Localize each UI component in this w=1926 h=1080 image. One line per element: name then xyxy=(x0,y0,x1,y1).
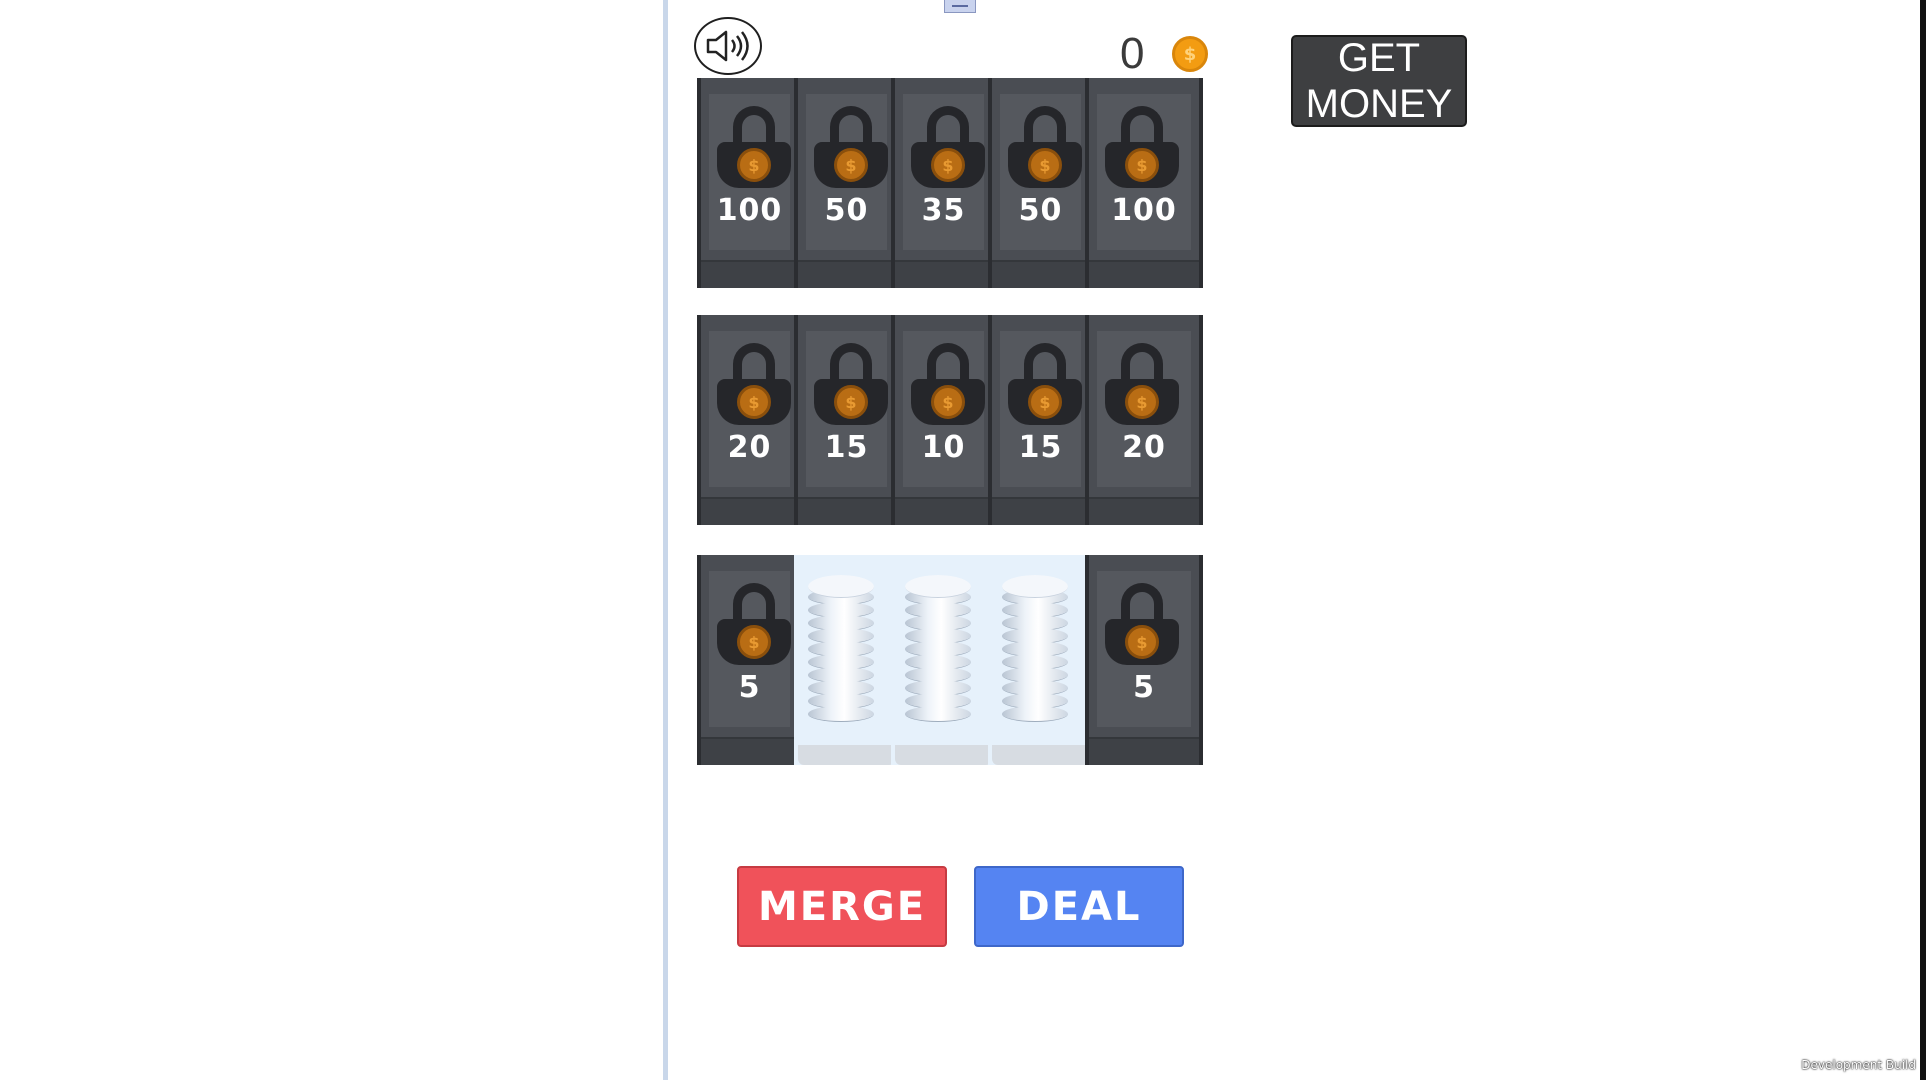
slot-base xyxy=(992,745,1089,765)
unlock-price: 50 xyxy=(824,193,869,228)
drawer-handle[interactable] xyxy=(944,0,976,13)
locked-slot[interactable]: $5 xyxy=(697,555,802,765)
slot-base xyxy=(701,497,798,525)
unlock-price: 35 xyxy=(921,193,966,228)
padlock-icon: $ xyxy=(814,343,888,429)
coin-stack[interactable] xyxy=(905,575,971,723)
padlock-icon: $ xyxy=(814,106,888,192)
slot-base xyxy=(992,497,1089,525)
locked-slot[interactable]: $10 xyxy=(891,315,996,525)
locked-slot[interactable]: $20 xyxy=(697,315,802,525)
coin-icon: $ xyxy=(1125,385,1159,419)
coin-icon: $ xyxy=(931,148,965,182)
slot-base xyxy=(1089,497,1199,525)
slot-base xyxy=(798,260,895,288)
padlock-icon: $ xyxy=(911,106,985,192)
unlock-price: 15 xyxy=(1018,430,1063,465)
slot-base xyxy=(701,737,798,765)
open-slot[interactable] xyxy=(988,555,1093,765)
slot-base xyxy=(895,497,992,525)
slot-base xyxy=(798,497,895,525)
unlock-price: 100 xyxy=(716,193,783,228)
slot-base xyxy=(1089,737,1199,765)
locked-slot[interactable]: $50 xyxy=(988,78,1093,288)
slot-base xyxy=(895,745,992,765)
right-edge xyxy=(1920,0,1926,1080)
coin-icon: $ xyxy=(931,385,965,419)
coin-icon: $ xyxy=(1125,625,1159,659)
unlock-price: 20 xyxy=(1122,430,1166,465)
speaker-icon xyxy=(706,30,749,62)
locked-slot[interactable]: $5 xyxy=(1085,555,1203,765)
locked-slot[interactable]: $100 xyxy=(1085,78,1203,288)
unlock-price: 20 xyxy=(727,430,772,465)
slot-base xyxy=(992,260,1089,288)
coin-stack[interactable] xyxy=(1002,575,1068,723)
padlock-icon: $ xyxy=(1008,106,1082,192)
open-slot[interactable] xyxy=(891,555,996,765)
coin-icon: $ xyxy=(1028,385,1062,419)
unlock-price: 10 xyxy=(921,430,966,465)
locked-slot[interactable]: $20 xyxy=(1085,315,1203,525)
coin-stack[interactable] xyxy=(808,575,874,723)
open-slot[interactable] xyxy=(794,555,899,765)
sound-toggle-button[interactable] xyxy=(694,17,762,75)
unlock-price: 50 xyxy=(1018,193,1063,228)
slot-base xyxy=(701,260,798,288)
locked-slot[interactable]: $100 xyxy=(697,78,802,288)
coin-icon: $ xyxy=(737,625,771,659)
coin-icon: $ xyxy=(1028,148,1062,182)
slot-row: $20 $15 $10 $15 $20 xyxy=(697,315,1209,525)
padlock-icon: $ xyxy=(911,343,985,429)
slot-base xyxy=(895,260,992,288)
padlock-icon: $ xyxy=(1105,106,1179,192)
padlock-icon: $ xyxy=(1105,343,1179,429)
padlock-icon: $ xyxy=(1105,583,1179,669)
coin-icon: $ xyxy=(1125,148,1159,182)
unlock-price: 5 xyxy=(738,670,761,705)
deal-button[interactable]: DEAL xyxy=(974,866,1184,947)
game-screen: 0 $ GET MONEY $100 $50 $35 $50 $100 $20 $15 $10… xyxy=(0,0,1926,1080)
locked-slot[interactable]: $50 xyxy=(794,78,899,288)
padlock-icon: $ xyxy=(717,583,791,669)
padlock-icon: $ xyxy=(717,106,791,192)
left-divider xyxy=(663,0,668,1080)
unlock-price: 15 xyxy=(824,430,869,465)
slot-base xyxy=(1089,260,1199,288)
coin-icon: $ xyxy=(737,148,771,182)
merge-button[interactable]: MERGE xyxy=(737,866,947,947)
padlock-icon: $ xyxy=(1008,343,1082,429)
coin-icon: $ xyxy=(1172,36,1208,72)
unlock-price: 100 xyxy=(1111,193,1177,228)
development-build-watermark: Development Build xyxy=(1801,1058,1916,1072)
padlock-icon: $ xyxy=(717,343,791,429)
coin-count: 0 xyxy=(1120,29,1145,78)
slot-base xyxy=(798,745,895,765)
coin-icon: $ xyxy=(834,385,868,419)
coin-icon: $ xyxy=(834,148,868,182)
get-money-button[interactable]: GET MONEY xyxy=(1291,35,1467,127)
slot-row: $5 $5 xyxy=(697,555,1209,765)
coin-icon: $ xyxy=(737,385,771,419)
locked-slot[interactable]: $15 xyxy=(794,315,899,525)
locked-slot[interactable]: $35 xyxy=(891,78,996,288)
slot-row: $100 $50 $35 $50 $100 xyxy=(697,78,1209,288)
locked-slot[interactable]: $15 xyxy=(988,315,1093,525)
unlock-price: 5 xyxy=(1133,670,1155,705)
